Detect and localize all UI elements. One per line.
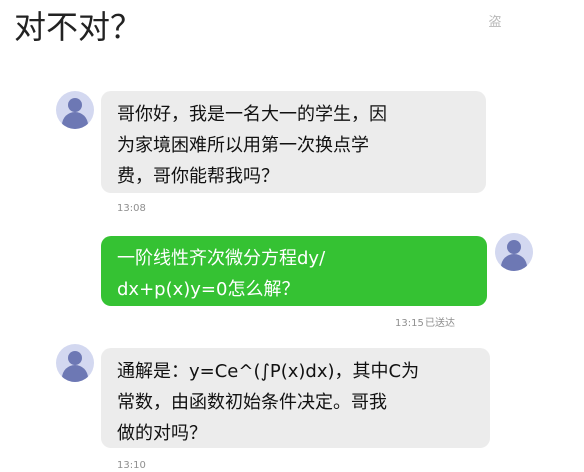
avatar-head-icon bbox=[68, 98, 82, 112]
message-timestamp-2: 13:15 bbox=[395, 318, 424, 329]
avatar-shoulders-icon bbox=[62, 112, 88, 129]
message-timestamp-3: 13:10 bbox=[117, 460, 146, 471]
incoming-message-bubble-2: 通解是：y=Ce^(∫P(x)dx)，其中C为 常数，由函数初始条件决定。哥我 … bbox=[101, 348, 490, 448]
avatar-head-icon bbox=[507, 240, 521, 254]
sender-avatar-icon bbox=[56, 91, 94, 129]
watermark-mark: 盗 bbox=[488, 15, 502, 30]
avatar-shoulders-icon bbox=[501, 254, 527, 271]
top-caption: 对不对？ bbox=[14, 8, 143, 46]
user-avatar-icon bbox=[495, 233, 533, 271]
avatar-head-icon bbox=[68, 351, 82, 365]
incoming-message-bubble-1: 哥你好，我是一名大一的学生，因 为家境困难所以用第一次换点学 费，哥你能帮我吗？ bbox=[101, 91, 486, 193]
avatar-shoulders-icon bbox=[62, 365, 88, 382]
delivery-status: 已送达 bbox=[425, 318, 455, 329]
outgoing-message-bubble-1: 一阶线性齐次微分方程dy/ dx+p(x)y=0怎么解？ bbox=[101, 236, 487, 306]
message-timestamp-1: 13:08 bbox=[117, 203, 146, 214]
sender-avatar-icon bbox=[56, 344, 94, 382]
